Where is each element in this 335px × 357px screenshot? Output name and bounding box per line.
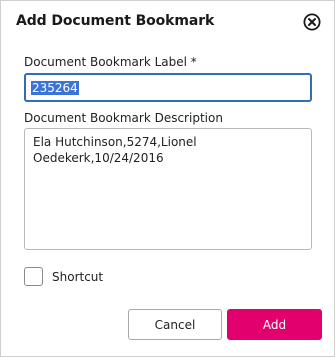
bookmark-description-field-label: Document Bookmark Description [24,111,223,125]
bookmark-label-input[interactable]: 235264 [24,73,312,102]
close-button[interactable] [301,11,323,33]
close-circle-icon [303,13,321,31]
shortcut-checkbox[interactable] [24,267,43,286]
add-document-bookmark-dialog: Add Document Bookmark Document Bookmark … [0,0,335,357]
bookmark-label-value: 235264 [31,80,79,95]
shortcut-checkbox-label[interactable]: Shortcut [52,270,103,284]
bookmark-description-textarea[interactable]: Ela Hutchinson,5274,Lionel Oedekerk,10/2… [24,128,312,250]
dialog-title: Add Document Bookmark [16,13,215,29]
cancel-button[interactable]: Cancel [128,309,222,340]
add-button[interactable]: Add [227,309,322,340]
bookmark-label-field-label: Document Bookmark Label * [24,55,197,69]
